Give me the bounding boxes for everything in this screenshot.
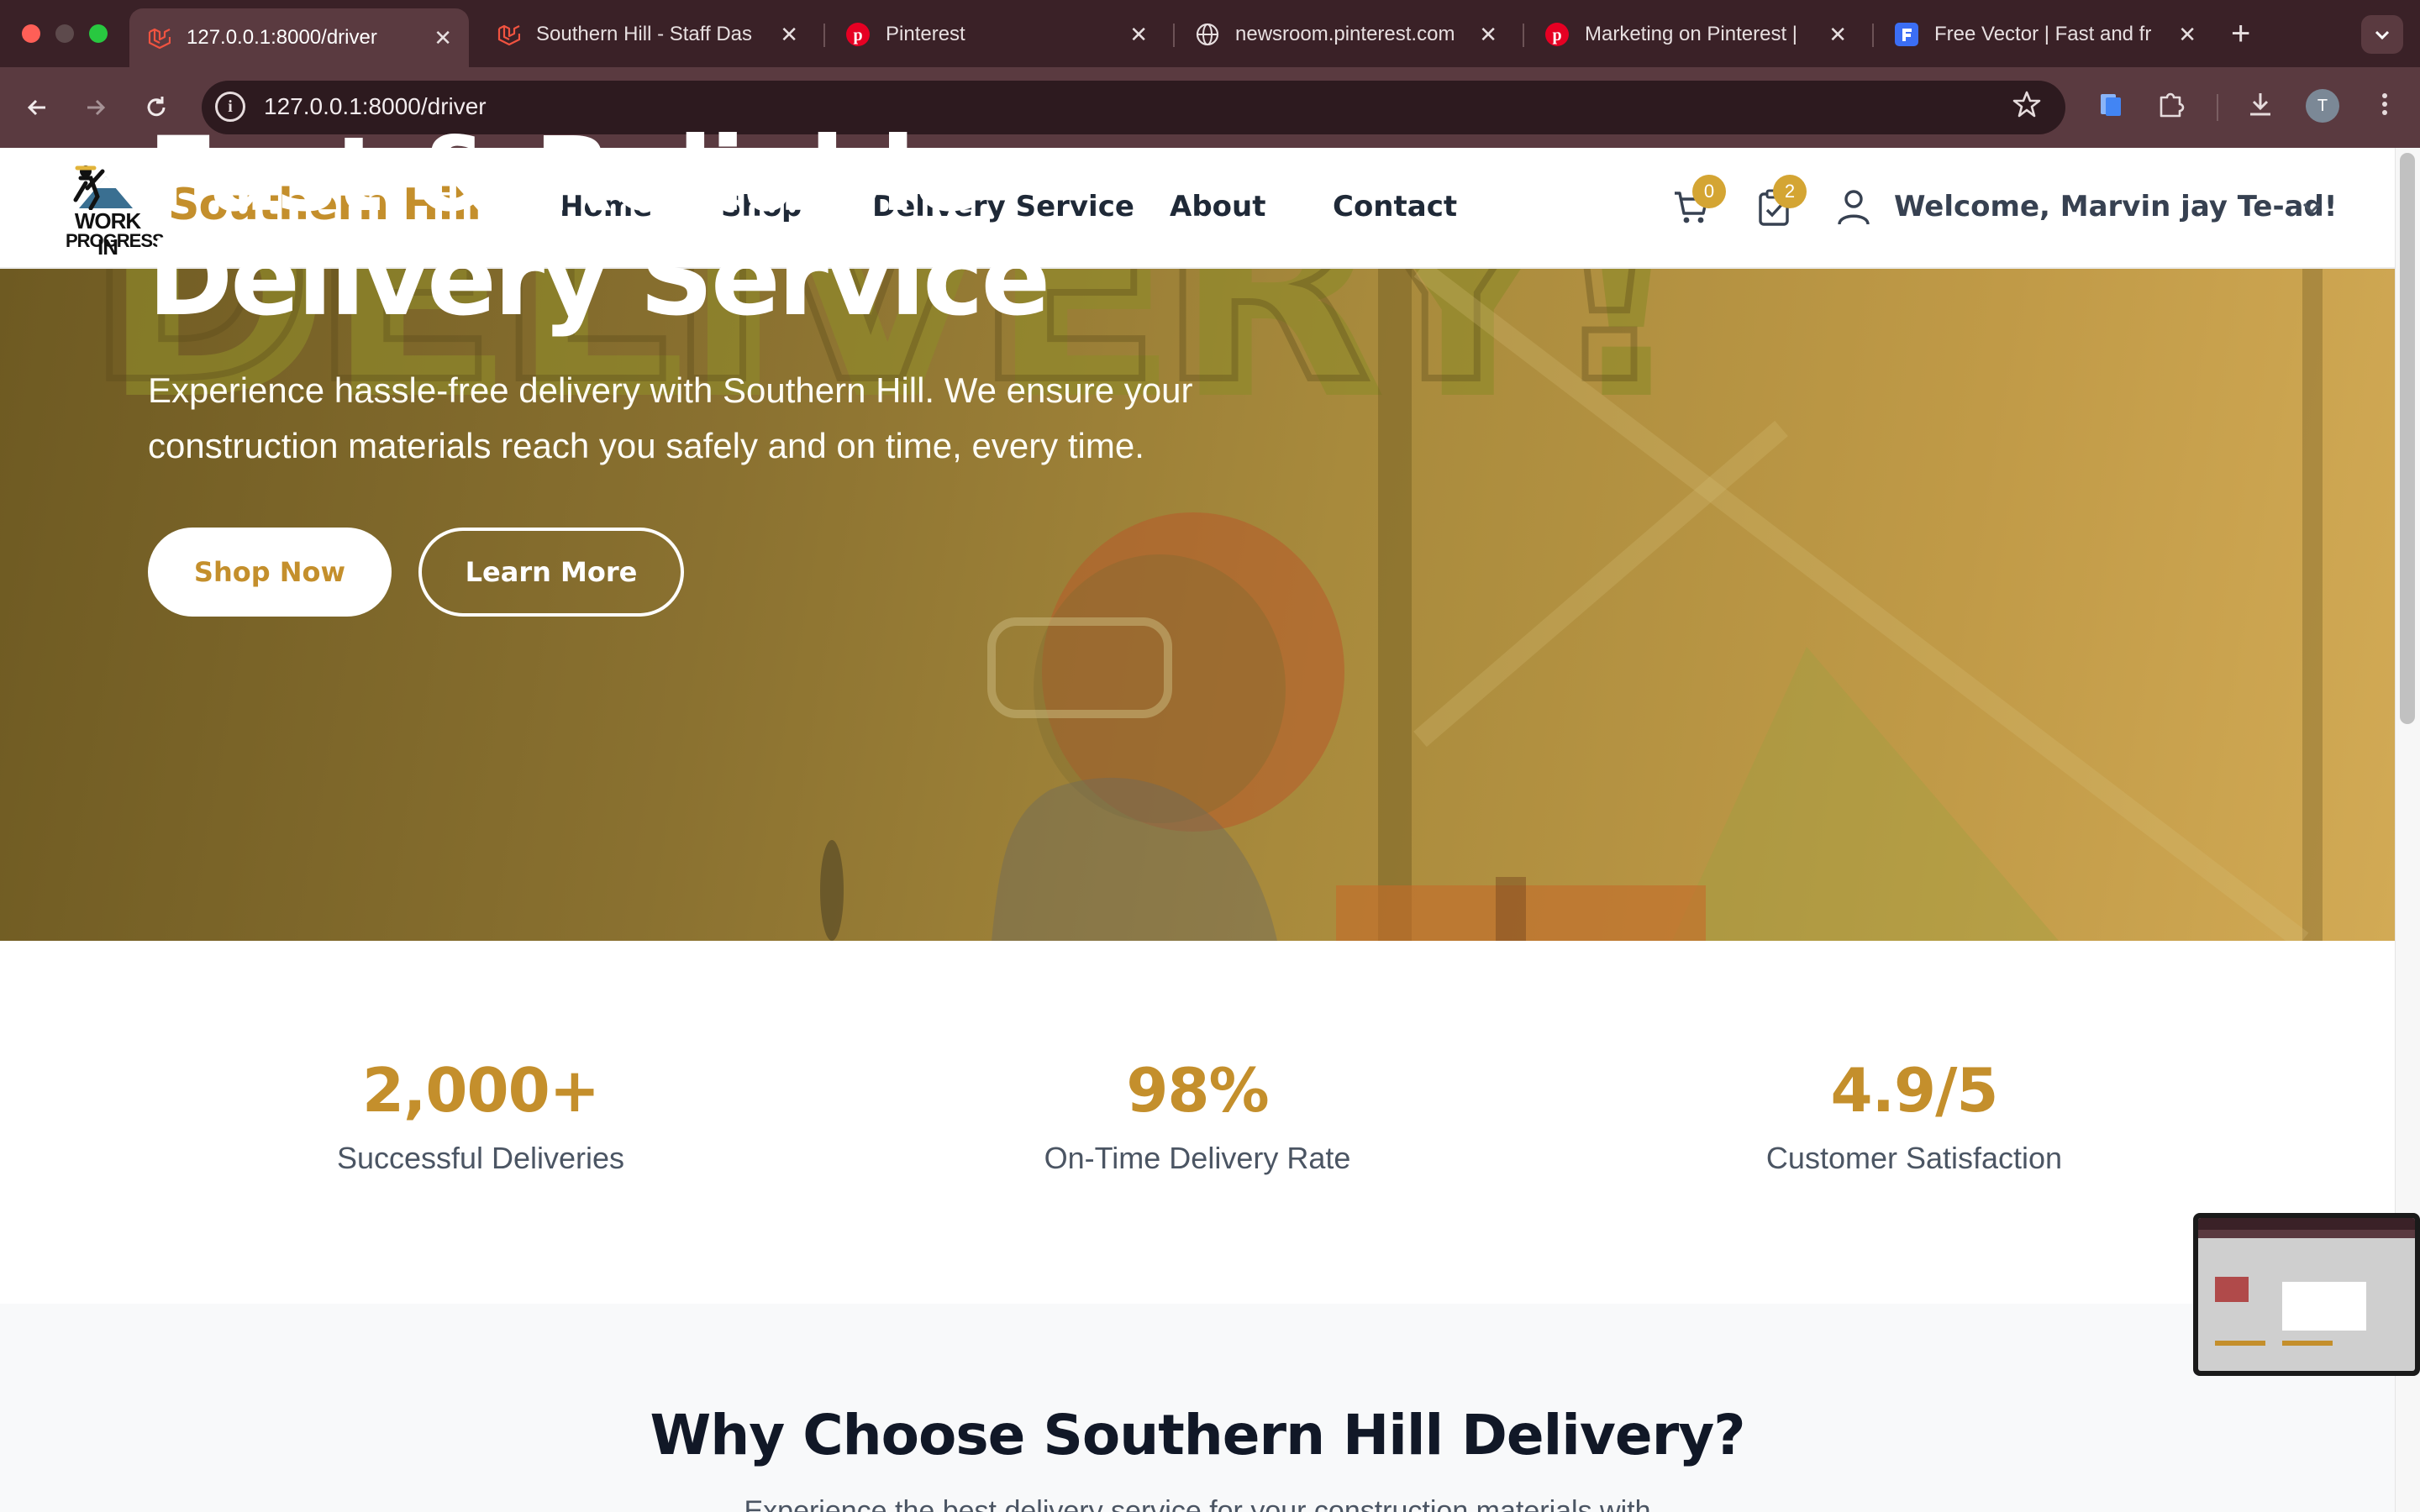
- tab-separator: [1523, 24, 1524, 47]
- scrollbar-thumb[interactable]: [2400, 153, 2415, 724]
- forward-button[interactable]: [76, 87, 116, 128]
- chevron-down-icon[interactable]: [2299, 195, 2324, 223]
- browser-tab-freepik[interactable]: Free Vector | Fast and fr ✕: [1877, 8, 2213, 60]
- extensions-puzzle-icon[interactable]: [2156, 89, 2186, 123]
- extension-docs-icon[interactable]: [2096, 89, 2126, 123]
- laravel-icon: [496, 22, 521, 47]
- tab-title: Free Vector | Fast and fr: [1934, 23, 2152, 45]
- screenshot-thumbnail[interactable]: [2193, 1213, 2420, 1376]
- why-title: Why Choose Southern Hill Delivery?: [650, 1403, 1745, 1467]
- tab-separator: [823, 24, 825, 47]
- tab-separator: [1173, 24, 1175, 47]
- maximize-window-button[interactable]: [89, 24, 108, 43]
- close-tab-icon[interactable]: ✕: [1479, 22, 1497, 48]
- browser-tab-pinterest[interactable]: p Pinterest ✕: [829, 8, 1165, 60]
- browser-tab-newsroom[interactable]: newsroom.pinterest.com ✕: [1178, 8, 1514, 60]
- user-icon[interactable]: [1837, 188, 1870, 230]
- stat-deliveries-label: Successful Deliveries: [336, 1141, 625, 1175]
- user-welcome-menu[interactable]: Welcome, Marvin jay Te-ad!: [1894, 190, 2337, 223]
- stat-satisfaction-label: Customer Satisfaction: [1765, 1141, 2063, 1175]
- tab-title: Pinterest: [886, 23, 965, 45]
- tab-title: 127.0.0.1:8000/driver: [187, 26, 377, 49]
- pinterest-icon: p: [1544, 22, 1570, 47]
- close-tab-icon[interactable]: ✕: [2178, 22, 2196, 48]
- close-tab-icon[interactable]: ✕: [1828, 22, 1847, 48]
- browser-tab-staff-dashboard[interactable]: Southern Hill - Staff Das ✕: [479, 8, 815, 60]
- thumbnail-image: [2198, 1218, 2415, 1371]
- pinterest-icon: p: [845, 22, 871, 47]
- logo-text-line2: PROGRESS: [66, 230, 165, 251]
- new-tab-button[interactable]: +: [2231, 15, 2250, 53]
- browser-tab-marketing[interactable]: p Marketing on Pinterest | ✕: [1528, 8, 1864, 60]
- browser-menu-icon[interactable]: [2370, 89, 2400, 123]
- stat-ontime-value: 98%: [1126, 1055, 1269, 1126]
- orders-count-badge: 2: [1773, 175, 1807, 208]
- svg-text:p: p: [853, 26, 862, 45]
- tab-title: Southern Hill - Staff Das: [536, 23, 753, 45]
- close-window-button[interactable]: [22, 24, 40, 43]
- minimize-window-button[interactable]: [55, 24, 74, 43]
- hero-subtitle: Experience hassle-free delivery with Sou…: [148, 370, 1193, 465]
- tab-title: newsroom.pinterest.com: [1235, 23, 1455, 45]
- worker-logo-icon: [73, 165, 133, 210]
- site-logo[interactable]: WORK IN PROGRESS: [62, 163, 165, 260]
- laravel-icon: [146, 25, 171, 50]
- cart-count-badge: 0: [1692, 175, 1726, 208]
- arrow-left-icon: [27, 99, 45, 116]
- freepik-icon: [1894, 22, 1919, 47]
- stat-ontime-label: On-Time Delivery Rate: [1044, 1141, 1351, 1175]
- hero-title-line1: Fast & Reliable: [148, 115, 982, 234]
- stat-deliveries-value: 2,000+: [361, 1055, 600, 1126]
- stat-satisfaction-value: 4.9/5: [1830, 1055, 1999, 1126]
- chevron-down-icon: [2375, 30, 2390, 40]
- arrow-right-icon: [87, 99, 106, 116]
- nav-about[interactable]: About: [1170, 190, 1265, 223]
- why-subtitle: Experience the best delivery service for…: [744, 1495, 1651, 1512]
- tab-separator: [1872, 24, 1874, 47]
- toolbar-divider: [2217, 94, 2218, 121]
- close-tab-icon[interactable]: ✕: [434, 25, 452, 51]
- svg-text:p: p: [1552, 26, 1561, 45]
- browser-tab-driver[interactable]: 127.0.0.1:8000/driver ✕: [129, 8, 469, 67]
- close-tab-icon[interactable]: ✕: [780, 22, 798, 48]
- close-tab-icon[interactable]: ✕: [1129, 22, 1148, 48]
- hero-title-line2: Delivery Service: [148, 219, 1050, 339]
- bookmark-star-icon[interactable]: [2012, 89, 2042, 123]
- shop-now-button[interactable]: Shop Now: [148, 528, 392, 617]
- profile-avatar[interactable]: T: [2306, 89, 2339, 123]
- back-button[interactable]: [17, 87, 57, 128]
- download-icon[interactable]: [2245, 89, 2275, 123]
- tab-title: Marketing on Pinterest |: [1585, 23, 1798, 45]
- nav-contact[interactable]: Contact: [1333, 190, 1457, 223]
- globe-icon: [1195, 22, 1220, 47]
- tab-search-button[interactable]: [2361, 15, 2403, 54]
- learn-more-button[interactable]: Learn More: [418, 528, 684, 617]
- hero-title: Fast & Reliable Delivery Service: [148, 115, 1050, 339]
